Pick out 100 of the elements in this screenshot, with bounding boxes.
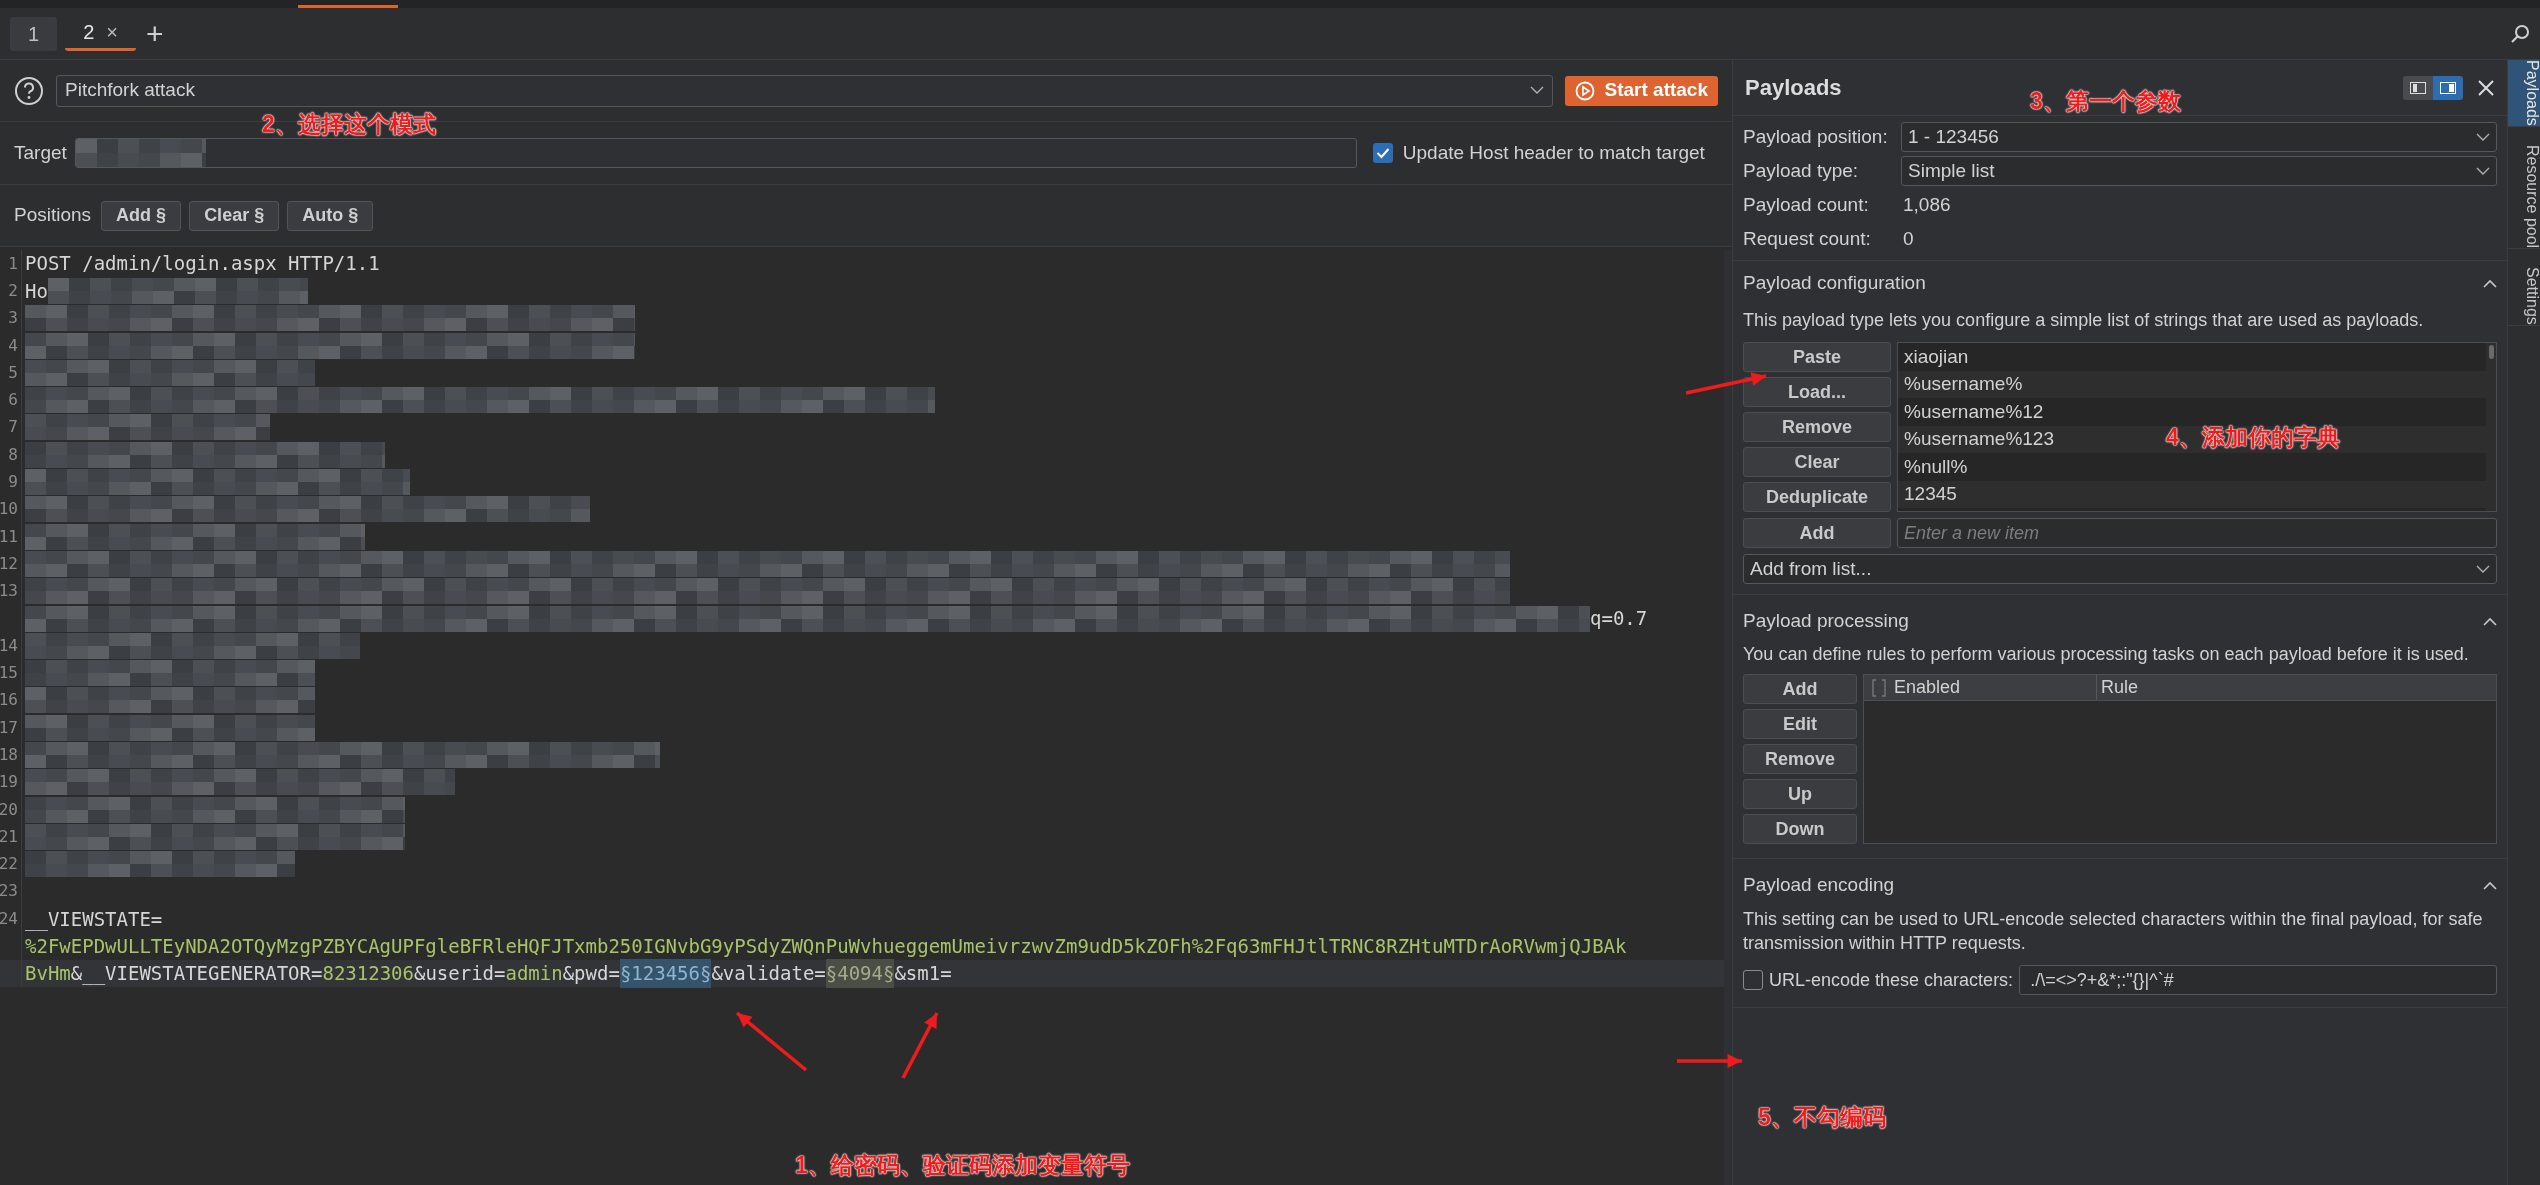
input-field[interactable]: ./\=<>?+&*;:"{}|^`# (2019, 965, 2497, 995)
list-item[interactable]: %username%12 (1904, 398, 2044, 426)
line-number: 10 (0, 498, 18, 521)
section-title: Payload processing (1743, 608, 1909, 633)
annotation-text: 1、给密码、验证码添加变量符号 (795, 1151, 1130, 1180)
scrollbar[interactable] (1724, 250, 1732, 1185)
target-field[interactable] (74, 138, 1357, 168)
code-text: __VIEWSTATE= (25, 906, 163, 933)
field-value: 1,086 (1902, 192, 1951, 217)
chevron-up-icon[interactable] (2483, 278, 2497, 288)
code-text: BvHm (25, 961, 71, 987)
code-text: Ho (25, 278, 48, 304)
line-number: 24 (0, 907, 18, 930)
list-button[interactable]: Remove (1743, 412, 1891, 442)
list-button[interactable]: Edit (1743, 709, 1857, 739)
line-number: 4 (8, 334, 18, 357)
chevron-down-icon (2476, 564, 2490, 574)
payload-marker[interactable]: §123456§ (619, 959, 712, 988)
column-header[interactable]: Rule (2097, 674, 2143, 701)
code-text: &sm1= (894, 961, 952, 987)
list-button[interactable]: Remove (1743, 744, 1857, 774)
list-item[interactable]: 12345 (1904, 480, 1957, 508)
help-icon[interactable] (14, 75, 44, 106)
line-number: 8 (8, 443, 18, 466)
line-number: 22 (0, 853, 18, 876)
field-value: 0 (1902, 226, 1914, 251)
section-description: This setting can be used to URL-encode selected characters within the final payload, for safe transmission within HTTP requests. (1742, 908, 2484, 955)
list-item[interactable]: xiaojian (1904, 343, 1969, 371)
chevron-down-icon (2476, 166, 2490, 176)
list-button[interactable]: Deduplicate (1743, 482, 1891, 512)
list-button[interactable]: Clear (1743, 447, 1891, 477)
chevron-down-icon (2476, 132, 2490, 142)
list-button[interactable]: Load... (1743, 377, 1891, 407)
tab[interactable]: 1 (10, 16, 58, 51)
new-tab-button[interactable]: + (145, 18, 164, 49)
list-item[interactable]: %null% (1904, 453, 1968, 481)
line-number: 17 (0, 716, 18, 739)
checkbox-label: Update Host header to match target (1402, 140, 1705, 165)
positions-label: Positions (14, 203, 92, 228)
payload-marker[interactable]: §4094§ (825, 959, 895, 988)
list-button[interactable]: Add (1743, 674, 1857, 704)
layout-button[interactable] (2433, 75, 2463, 100)
close-icon[interactable] (2477, 78, 2495, 97)
column-header[interactable]: Enabled (1894, 674, 1961, 701)
line-number: 15 (0, 662, 18, 685)
line-number: 1 (8, 252, 18, 275)
code-text: admin (505, 961, 563, 987)
field-label: Payload count: (1743, 192, 1870, 217)
line-number: 3 (8, 307, 18, 330)
section-description: This payload type lets you configure a simple list of strings that are used as payloads. (1742, 309, 2425, 332)
positions-button[interactable]: Clear § (189, 200, 280, 231)
target-label: Target (14, 140, 67, 165)
chevron-down-icon (1529, 86, 1544, 95)
list-button[interactable]: Up (1743, 779, 1857, 809)
list-item[interactable]: %username%123 (1904, 425, 2054, 453)
positions-button[interactable]: Add § (101, 200, 182, 231)
scrollbar[interactable] (2488, 345, 2494, 359)
line-number: 19 (0, 771, 18, 794)
start-attack-button[interactable]: Start attack (1564, 75, 1718, 106)
code-text: &__VIEWSTATEGENERATOR= (70, 961, 323, 987)
attack-type-dropdown[interactable]: Pitchfork attack (56, 74, 1553, 107)
input-field[interactable]: Enter a new item (1897, 518, 2497, 548)
section-description: You can define rules to perform various processing tasks on each payload before it is used. (1742, 643, 2470, 666)
play-icon (1574, 80, 1595, 101)
chevron-up-icon[interactable] (2483, 880, 2497, 890)
checkbox-icon[interactable] (1872, 678, 1886, 697)
close-tab-button[interactable]: × (106, 17, 118, 47)
list-item[interactable]: %username% (1904, 370, 2023, 398)
annotation-text: 4、添加你的字典 (2166, 423, 2340, 452)
list-button[interactable]: Paste (1743, 342, 1891, 372)
list-button[interactable]: Down (1743, 814, 1857, 844)
dropdown[interactable]: Simple list (1901, 156, 2497, 186)
line-number: 16 (0, 689, 18, 712)
chevron-up-icon[interactable] (2483, 616, 2497, 626)
code-text: q=0.7 (1590, 606, 1648, 632)
line-number: 23 (0, 880, 18, 903)
panel-title: Payloads (1745, 74, 1842, 102)
code-text: POST /admin/login.aspx HTTP/1.1 (25, 251, 380, 277)
search-icon[interactable] (2510, 23, 2530, 44)
code-text: &userid= (413, 961, 506, 987)
annotation-text: 5、不勾编码 (1758, 1103, 1886, 1132)
dropdown[interactable]: Add from list... (1743, 554, 2497, 584)
annotation-text: 2、选择这个模式 (262, 110, 436, 139)
line-number: 18 (0, 744, 18, 766)
dropdown[interactable]: 1 - 123456 (1901, 122, 2497, 152)
line-number: 6 (8, 389, 18, 412)
panel-right-icon (2440, 81, 2456, 94)
field-label: Payload position: (1743, 124, 1889, 149)
checkbox[interactable] (1743, 970, 1763, 990)
checkbox[interactable] (1372, 143, 1393, 163)
line-number: 5 (8, 361, 18, 384)
code-text: &pwd= (562, 961, 620, 987)
arrow (1677, 1054, 1742, 1068)
line-number: 9 (8, 471, 18, 493)
line-number: 21 (0, 825, 18, 848)
list-button[interactable]: Add (1743, 518, 1891, 548)
code-text: 82312306 (322, 961, 414, 987)
positions-button[interactable]: Auto § (287, 200, 374, 231)
layout-button[interactable] (2403, 75, 2433, 100)
line-number: 11 (0, 525, 18, 548)
